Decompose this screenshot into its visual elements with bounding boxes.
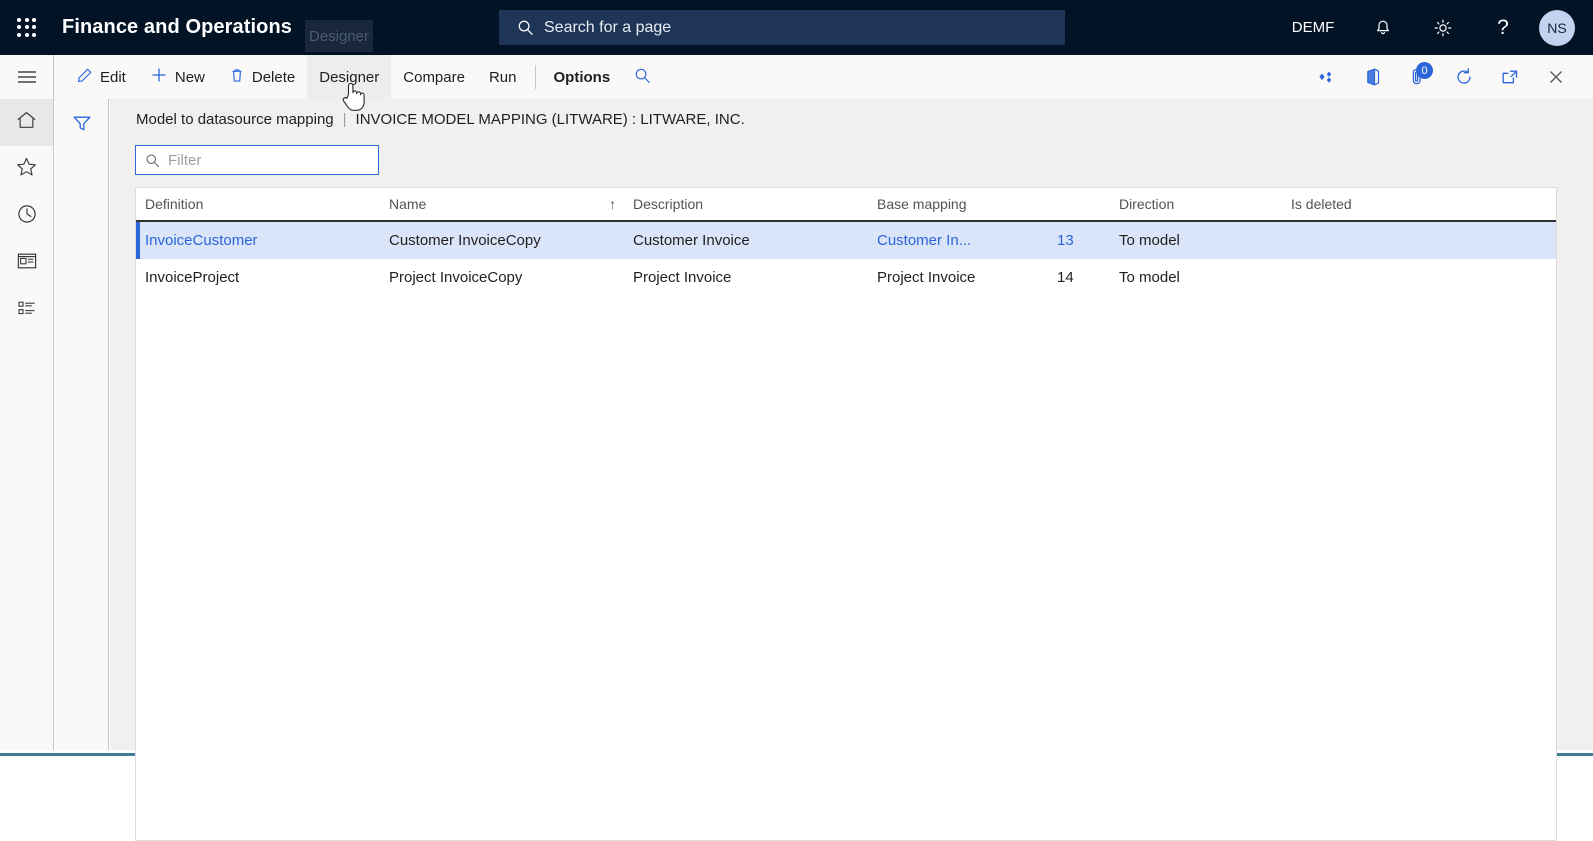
cell-definition[interactable]: InvoiceProject — [136, 269, 380, 286]
top-bar-actions: DEMF ? NS — [1273, 0, 1593, 55]
search-icon — [145, 153, 160, 168]
sidebar-item-favorites[interactable] — [0, 146, 53, 193]
cell-description: Customer Invoice — [633, 232, 750, 249]
delete-label: Delete — [251, 68, 296, 86]
table-row[interactable]: InvoiceProject Project InvoiceCopy Proje… — [136, 259, 1556, 296]
cell-description: Project Invoice — [633, 269, 732, 286]
filter-funnel-icon[interactable] — [55, 99, 108, 147]
column-header-is-deleted[interactable]: Is deleted — [1282, 188, 1482, 220]
cell-record-id[interactable]: 14 — [1048, 269, 1110, 286]
column-header-name[interactable]: Name ↑ — [380, 188, 624, 220]
cell-record-id[interactable]: 13 — [1048, 232, 1110, 249]
column-header-base-mapping[interactable]: Base mapping — [868, 188, 1048, 220]
cell-direction: To model — [1119, 269, 1180, 286]
attachments-icon[interactable]: 0 — [1397, 56, 1439, 98]
recent-clock-icon — [16, 203, 38, 230]
close-icon[interactable] — [1535, 56, 1577, 98]
global-search-placeholder: Search for a page — [544, 18, 672, 36]
command-bar-right-actions: 0 — [1305, 55, 1593, 99]
pencil-icon — [76, 67, 93, 88]
column-header-definition[interactable]: Definition — [136, 188, 380, 220]
grid-header-row: Definition Name ↑ Description Base mappi… — [136, 188, 1556, 222]
edit-button[interactable]: Edit — [64, 55, 138, 99]
avatar[interactable]: NS — [1539, 9, 1575, 46]
compare-label: Compare — [403, 68, 465, 86]
page-subtitle: INVOICE MODEL MAPPING (LITWARE) : LITWAR… — [355, 111, 745, 128]
filter-input[interactable]: Filter — [135, 145, 379, 175]
breadcrumb: Model to datasource mapping | INVOICE MO… — [136, 111, 745, 128]
filter-input-placeholder: Filter — [168, 151, 202, 169]
company-selector[interactable]: DEMF — [1273, 0, 1353, 55]
search-icon — [517, 19, 534, 36]
office-app-icon[interactable] — [1351, 56, 1393, 98]
new-button[interactable]: New — [138, 55, 217, 99]
options-button[interactable]: Options — [542, 55, 623, 99]
run-button[interactable]: Run — [477, 55, 529, 99]
cell-base-mapping[interactable]: Project Invoice — [868, 269, 1048, 286]
refresh-icon[interactable] — [1443, 56, 1485, 98]
table-row[interactable]: InvoiceCustomer Customer InvoiceCopy Cus… — [136, 222, 1556, 259]
sort-ascending-icon: ↑ — [609, 196, 616, 212]
command-bar-divider — [534, 65, 536, 89]
home-icon — [15, 109, 38, 136]
page-title: Model to datasource mapping — [136, 111, 334, 128]
edit-label: Edit — [100, 68, 126, 86]
cell-name: Customer InvoiceCopy — [389, 232, 541, 249]
cell-direction: To model — [1119, 232, 1180, 249]
column-header-direction[interactable]: Direction — [1110, 188, 1282, 220]
favorites-star-icon — [15, 156, 38, 183]
hamburger-icon[interactable] — [0, 55, 54, 99]
top-navigation-bar: Finance and Operations Search for a page… — [0, 0, 1593, 55]
mapping-grid: Definition Name ↑ Description Base mappi… — [135, 187, 1557, 841]
command-bar: Edit New Delete Designer Compare Run Opt… — [0, 55, 1593, 100]
designer-tooltip: Designer — [305, 20, 373, 52]
search-icon — [634, 67, 651, 88]
product-title: Finance and Operations — [62, 16, 293, 38]
global-search-box[interactable]: Search for a page — [499, 10, 1065, 45]
column-header-name-label: Name — [389, 196, 427, 212]
sidebar-item-workspaces[interactable] — [0, 240, 53, 287]
share-diamond-icon[interactable] — [1305, 56, 1347, 98]
workspaces-icon — [16, 251, 38, 276]
command-bar-buttons: Edit New Delete Designer Compare Run Opt… — [54, 55, 663, 99]
designer-button[interactable]: Designer — [307, 55, 392, 99]
designer-label: Designer — [319, 68, 380, 86]
open-in-new-window-icon[interactable] — [1489, 56, 1531, 98]
trash-icon — [229, 67, 245, 88]
bell-icon[interactable] — [1353, 0, 1413, 55]
question-mark-icon[interactable]: ? — [1473, 0, 1533, 55]
content-area: Model to datasource mapping | INVOICE MO… — [110, 99, 1593, 841]
command-search-button[interactable] — [622, 55, 663, 99]
navigation-rail — [0, 99, 54, 750]
cell-definition[interactable]: InvoiceCustomer — [136, 232, 380, 249]
sidebar-item-home[interactable] — [0, 99, 53, 146]
cell-base-mapping[interactable]: Customer In... — [868, 232, 1048, 249]
gear-icon[interactable] — [1413, 0, 1473, 55]
column-header-description[interactable]: Description — [624, 188, 868, 220]
breadcrumb-separator: | — [342, 111, 347, 128]
sidebar-item-recent[interactable] — [0, 193, 53, 240]
new-label: New — [174, 68, 205, 86]
run-label: Run — [488, 68, 517, 86]
app-launcher-icon[interactable] — [14, 15, 40, 41]
cell-name: Project InvoiceCopy — [389, 269, 523, 286]
attachments-count-badge: 0 — [1416, 62, 1433, 79]
modules-list-icon — [16, 298, 38, 323]
plus-icon — [150, 66, 168, 88]
filter-pane — [55, 99, 109, 750]
application-window: Finance and Operations Search for a page… — [0, 0, 1593, 841]
sidebar-item-modules[interactable] — [0, 287, 53, 334]
column-header-record-id[interactable] — [1048, 188, 1110, 220]
compare-button[interactable]: Compare — [391, 55, 477, 99]
delete-button[interactable]: Delete — [217, 55, 307, 99]
options-label: Options — [553, 68, 611, 86]
